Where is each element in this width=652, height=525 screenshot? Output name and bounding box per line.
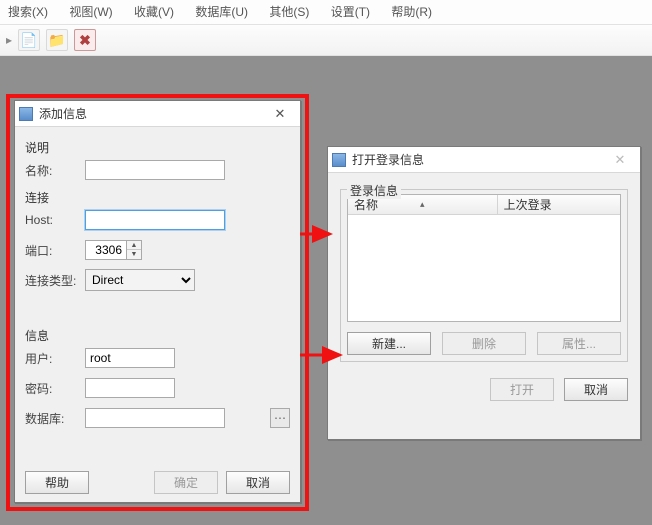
new-doc-icon[interactable]: 📄 bbox=[18, 29, 40, 51]
menu-search[interactable]: 搜索(X) bbox=[8, 5, 48, 19]
dialog-close-button[interactable]: ✕ bbox=[266, 104, 294, 124]
app-icon bbox=[19, 107, 33, 121]
open-doc-icon[interactable]: 📁 bbox=[46, 29, 68, 51]
password-input[interactable] bbox=[85, 378, 175, 398]
ok-button[interactable]: 确定 bbox=[154, 471, 218, 494]
menu-view[interactable]: 视图(W) bbox=[69, 5, 112, 19]
section-desc: 说明 bbox=[25, 139, 290, 156]
close-icon[interactable]: ✖ bbox=[74, 29, 96, 51]
add-info-dialog: 添加信息 ✕ 说明 名称: 连接 Host: 端口: ▲▼ 连接类 bbox=[14, 100, 301, 503]
workspace-area: 添加信息 ✕ 说明 名称: 连接 Host: 端口: ▲▼ 连接类 bbox=[0, 56, 652, 525]
database-input[interactable] bbox=[85, 408, 225, 428]
label-host: Host: bbox=[25, 213, 85, 227]
menu-help[interactable]: 帮助(R) bbox=[391, 5, 432, 19]
name-input[interactable] bbox=[85, 160, 225, 180]
label-database: 数据库: bbox=[25, 410, 85, 427]
delete-button[interactable]: 删除 bbox=[442, 332, 526, 355]
section-conn: 连接 bbox=[25, 189, 290, 206]
menu-setting[interactable]: 设置(T) bbox=[331, 5, 370, 19]
open-button[interactable]: 打开 bbox=[490, 378, 554, 401]
host-input[interactable] bbox=[85, 210, 225, 230]
menu-other[interactable]: 其他(S) bbox=[269, 5, 309, 19]
dialog-titlebar[interactable]: 添加信息 ✕ bbox=[15, 101, 300, 127]
login-listview[interactable]: 名称 上次登录 bbox=[347, 194, 621, 322]
cancel-button[interactable]: 取消 bbox=[226, 471, 290, 494]
port-input[interactable] bbox=[85, 240, 127, 260]
label-conn-type: 连接类型: bbox=[25, 272, 85, 289]
user-input[interactable] bbox=[85, 348, 175, 368]
dialog-title: 添加信息 bbox=[39, 105, 87, 122]
open-login-dialog: 打开登录信息 ✕ 登录信息 名称 上次登录 新建... 删除 属性... bbox=[327, 146, 641, 440]
label-name: 名称: bbox=[25, 162, 85, 179]
dialog-title: 打开登录信息 bbox=[352, 151, 424, 168]
properties-button[interactable]: 属性... bbox=[537, 332, 621, 355]
label-password: 密码: bbox=[25, 380, 85, 397]
app-icon bbox=[332, 153, 346, 167]
column-last-login[interactable]: 上次登录 bbox=[498, 195, 620, 214]
menu-db[interactable]: 数据库(U) bbox=[195, 5, 248, 19]
conn-type-select[interactable]: Direct bbox=[85, 269, 195, 291]
new-button[interactable]: 新建... bbox=[347, 332, 431, 355]
help-button[interactable]: 帮助 bbox=[25, 471, 89, 494]
group-label: 登录信息 bbox=[347, 182, 401, 199]
app-toolbar: ▸ 📄 📁 ✖ bbox=[0, 24, 652, 56]
browse-db-button[interactable]: ⋯ bbox=[270, 408, 290, 428]
port-spinner[interactable]: ▲▼ bbox=[127, 240, 142, 260]
cancel-button[interactable]: 取消 bbox=[564, 378, 628, 401]
login-info-group: 登录信息 名称 上次登录 新建... 删除 属性... bbox=[340, 189, 628, 362]
menu-fav[interactable]: 收藏(V) bbox=[134, 5, 174, 19]
label-user: 用户: bbox=[25, 350, 85, 367]
section-info: 信息 bbox=[25, 327, 290, 344]
dialog-close-button[interactable]: ✕ bbox=[606, 150, 634, 170]
app-menubar: 搜索(X) 视图(W) 收藏(V) 数据库(U) 其他(S) 设置(T) 帮助(… bbox=[0, 0, 652, 24]
label-port: 端口: bbox=[25, 242, 85, 259]
dialog-titlebar[interactable]: 打开登录信息 ✕ bbox=[328, 147, 640, 173]
